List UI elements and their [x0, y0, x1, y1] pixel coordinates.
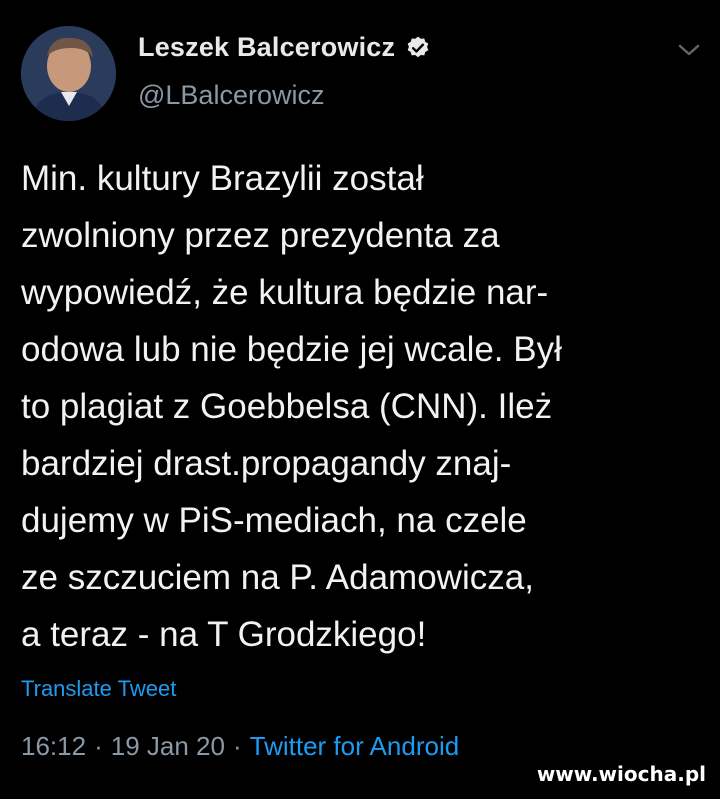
tweet-line: Min. kultury Brazylii został: [21, 159, 424, 198]
tweet-line: to plagiat z Goebbelsa (CNN). Ileż: [21, 387, 553, 426]
tweet-line: a teraz - na T Grodzkiego!: [21, 615, 427, 654]
author-display-name[interactable]: Leszek Balcerowicz: [138, 32, 395, 63]
translate-tweet-link[interactable]: Translate Tweet: [21, 676, 176, 702]
meta-separator: ·: [232, 731, 242, 761]
chevron-down-icon[interactable]: [676, 40, 702, 60]
tweet-time: 16:12: [21, 731, 87, 761]
tweet-date: 19 Jan 20: [110, 731, 225, 761]
watermark: www.wiocha.pl: [536, 762, 706, 786]
tweet-text: Min. kultury Brazylii został zwolniony p…: [21, 150, 701, 663]
author-handle[interactable]: @LBalcerowicz: [138, 80, 324, 111]
avatar[interactable]: [21, 26, 116, 121]
avatar-photo: [21, 26, 116, 121]
tweet-line: odowa lub nie będzie jej wcale. Był: [21, 330, 562, 369]
tweet-line: wypowiedź, że kultura będzie nar-: [21, 273, 549, 312]
tweet-line: bardziej drast.propagandy znaj-: [21, 444, 512, 483]
meta-separator: ·: [94, 731, 103, 761]
verified-badge-icon: [405, 35, 431, 61]
tweet-meta: 16:12 · 19 Jan 20 · Twitter for Android: [21, 731, 459, 762]
tweet-line: zwolniony przez prezydenta za: [21, 216, 500, 255]
tweet-source-link[interactable]: Twitter for Android: [250, 731, 460, 762]
tweet-line: dujemy w PiS-mediach, na czele: [21, 501, 527, 540]
tweet-line: ze szczuciem na P. Adamowicza,: [21, 558, 534, 597]
